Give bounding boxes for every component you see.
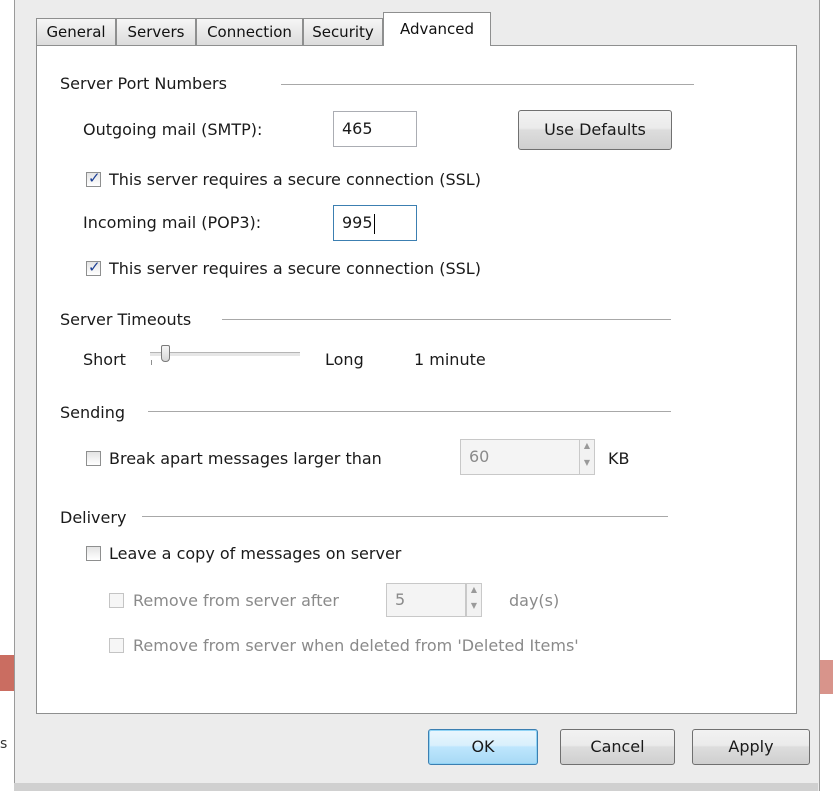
outgoing-ssl-label: This server requires a secure connection… — [109, 170, 481, 189]
size-spinner[interactable]: ▲ ▼ — [579, 439, 595, 475]
slider-thumb[interactable] — [161, 345, 170, 362]
days-unit-label: day(s) — [509, 591, 560, 610]
remove-after-checkbox[interactable] — [109, 593, 124, 608]
outgoing-port-input[interactable]: 465 — [333, 111, 417, 147]
ok-button[interactable]: OK — [428, 729, 538, 765]
group-divider — [222, 319, 671, 320]
break-apart-checkbox[interactable] — [86, 451, 101, 466]
remove-deleted-label: Remove from server when deleted from 'De… — [133, 636, 579, 655]
leave-copy-checkbox[interactable] — [86, 546, 101, 561]
apply-button[interactable]: Apply — [692, 729, 810, 765]
days-spinner[interactable]: ▲ ▼ — [466, 583, 482, 617]
delivery-heading: Delivery — [60, 508, 127, 527]
slider-short-label: Short — [83, 350, 126, 369]
group-divider — [142, 516, 668, 517]
incoming-ssl-label: This server requires a secure connection… — [109, 259, 481, 278]
spin-down-icon[interactable]: ▼ — [580, 457, 594, 474]
spin-down-icon[interactable]: ▼ — [467, 600, 481, 616]
spin-up-icon[interactable]: ▲ — [467, 584, 481, 600]
remove-after-label: Remove from server after — [133, 591, 339, 610]
break-apart-size-input[interactable]: 60 — [460, 439, 580, 475]
text-caret — [373, 213, 375, 234]
incoming-ssl-checkbox[interactable] — [86, 258, 101, 276]
spin-up-icon[interactable]: ▲ — [580, 440, 594, 457]
outgoing-mail-label: Outgoing mail (SMTP): — [83, 120, 263, 139]
server-port-numbers-heading: Server Port Numbers — [60, 74, 227, 93]
incoming-mail-label: Incoming mail (POP3): — [83, 213, 262, 232]
slider-tick — [151, 360, 152, 365]
incoming-port-value: 995 — [342, 213, 373, 232]
outgoing-ssl-checkbox[interactable] — [86, 169, 101, 187]
timeout-value-label: 1 minute — [414, 350, 486, 369]
leave-copy-label: Leave a copy of messages on server — [109, 544, 402, 563]
cancel-button[interactable]: Cancel — [560, 729, 675, 765]
server-timeouts-heading: Server Timeouts — [60, 310, 192, 329]
incoming-port-input[interactable]: 995 — [333, 205, 417, 241]
group-divider — [281, 84, 694, 85]
slider-track — [150, 352, 300, 357]
use-defaults-button[interactable]: Use Defaults — [518, 110, 672, 150]
remove-after-days-input[interactable]: 5 — [386, 583, 466, 617]
break-apart-label: Break apart messages larger than — [109, 449, 382, 468]
group-divider — [148, 411, 671, 412]
size-unit-label: KB — [608, 449, 630, 468]
remove-deleted-checkbox[interactable] — [109, 638, 124, 653]
slider-long-label: Long — [325, 350, 364, 369]
sending-heading: Sending — [60, 403, 126, 422]
